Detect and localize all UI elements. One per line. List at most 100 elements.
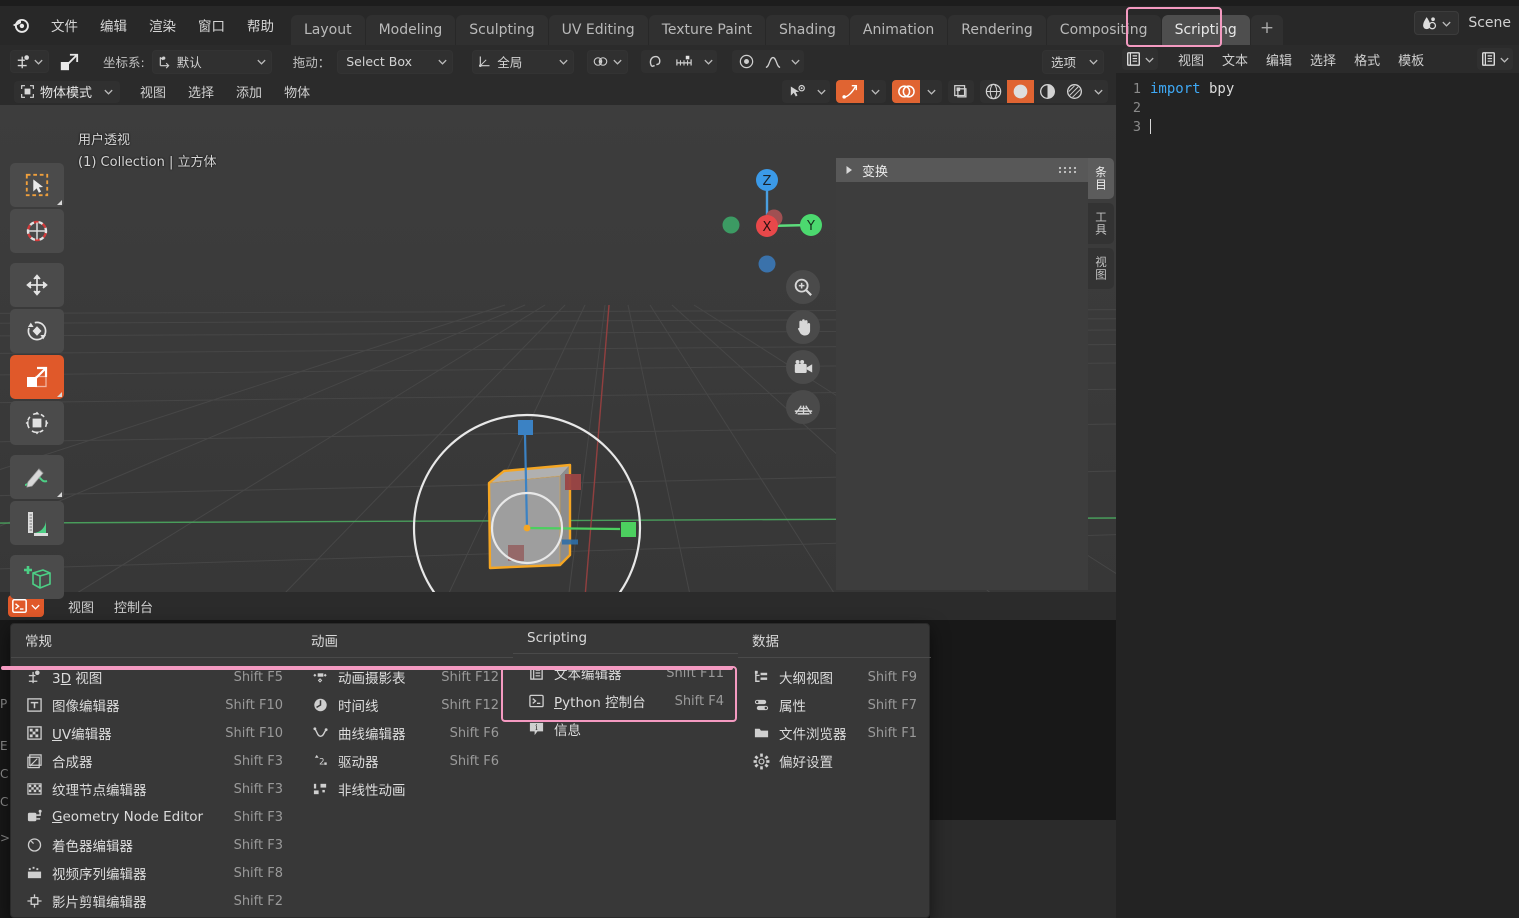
menu-item-texture-node-editor[interactable]: 纹理节点编辑器 Shift F3 xyxy=(11,775,297,803)
annotate-tool[interactable] xyxy=(10,455,64,499)
drag-action-dropdown[interactable]: Select Box xyxy=(337,50,453,74)
shading-material-button[interactable] xyxy=(1034,80,1061,103)
text-editor-type-dropdown[interactable] xyxy=(1122,48,1158,70)
shading-rendered-button[interactable] xyxy=(1061,80,1088,103)
blender-logo-icon[interactable] xyxy=(8,12,34,38)
add-cube-tool[interactable] xyxy=(10,555,64,599)
chevron-down-icon[interactable] xyxy=(786,50,804,73)
viewport-menu-select[interactable]: 选择 xyxy=(180,80,222,103)
menu-item-info[interactable]: i 信息 xyxy=(513,715,738,743)
menu-window[interactable]: 窗口 xyxy=(187,12,236,38)
menu-item-geometry-node-editor[interactable]: Geometry Node Editor Shift F3 xyxy=(11,803,297,831)
scale-tool-icon[interactable] xyxy=(56,50,82,73)
active-tool-button[interactable] xyxy=(10,50,49,73)
zoom-icon[interactable] xyxy=(786,270,820,304)
tab-sculpting[interactable]: Sculpting xyxy=(456,15,547,45)
menu-item-graph-editor[interactable]: 曲线编辑器 Shift F6 xyxy=(297,719,513,747)
transform-orientation-dropdown[interactable]: 全局 xyxy=(472,50,574,74)
menu-item-video-sequencer[interactable]: 视频序列编辑器 Shift F8 xyxy=(11,859,297,887)
chevron-down-icon[interactable] xyxy=(812,80,830,103)
tab-layout[interactable]: Layout xyxy=(291,15,365,45)
menu-item-image-editor[interactable]: 图像编辑器 Shift F10 xyxy=(11,691,297,719)
visibility-dropdown[interactable] xyxy=(782,80,830,103)
console-menu-console[interactable]: 控制台 xyxy=(106,595,161,618)
measure-tool[interactable] xyxy=(10,501,64,545)
tab-shading[interactable]: Shading xyxy=(766,15,849,45)
object-mode-dropdown[interactable]: 物体模式 xyxy=(14,81,120,103)
menu-item-preferences[interactable]: 偏好设置 xyxy=(738,747,931,775)
viewport-menu-object[interactable]: 物体 xyxy=(276,80,318,103)
menu-item-python-console[interactable]: Python 控制台 Shift F4 xyxy=(513,687,738,715)
text-menu-view[interactable]: 视图 xyxy=(1170,48,1212,71)
tab-texture-paint[interactable]: Texture Paint xyxy=(649,15,765,45)
tab-rendering[interactable]: Rendering xyxy=(948,15,1046,45)
menu-edit[interactable]: 编辑 xyxy=(89,12,138,38)
snap-magnet-icon[interactable] xyxy=(641,50,669,73)
menu-item-shader-editor[interactable]: 着色器编辑器 Shift F3 xyxy=(11,831,297,859)
chevron-down-icon[interactable] xyxy=(699,50,717,73)
menu-item-compositor[interactable]: 合成器 Shift F3 xyxy=(11,747,297,775)
tab-modeling[interactable]: Modeling xyxy=(366,15,456,45)
show-gizmo-toggle[interactable] xyxy=(836,80,864,103)
code-area[interactable]: 1 import bpy 2 3 xyxy=(1116,73,1519,918)
eye-cursor-icon[interactable] xyxy=(782,80,812,103)
menu-item-nla-editor[interactable]: 非线性动画 xyxy=(297,775,513,803)
text-datablock-dropdown[interactable] xyxy=(1477,48,1513,70)
shading-wireframe-button[interactable] xyxy=(980,80,1007,103)
text-menu-text[interactable]: 文本 xyxy=(1214,48,1256,71)
viewport-menu-view[interactable]: 视图 xyxy=(132,80,174,103)
text-menu-select[interactable]: 选择 xyxy=(1302,48,1344,71)
menu-item-dope-sheet[interactable]: 动画摄影表 Shift F12 xyxy=(297,663,513,691)
menu-item-3d-view[interactable]: 3D 视图 Shift F5 xyxy=(11,663,297,691)
cursor-tool[interactable] xyxy=(10,209,64,253)
tab-animation[interactable]: Animation xyxy=(850,15,947,45)
navigation-gizmo[interactable]: Z Y X xyxy=(706,163,826,281)
viewport-menu-add[interactable]: 添加 xyxy=(228,80,270,103)
sidebar-tab-tool[interactable]: 工具 xyxy=(1088,203,1114,244)
menu-item-uv-editor[interactable]: UV编辑器 Shift F10 xyxy=(11,719,297,747)
coordinate-system-dropdown[interactable]: 默认 xyxy=(152,50,272,74)
show-overlays-toggle[interactable] xyxy=(892,80,920,103)
transform-panel-header[interactable]: 变换 xyxy=(836,158,1088,182)
menu-item-file-browser[interactable]: 文件浏览器 Shift F1 xyxy=(738,719,931,747)
chevron-down-icon[interactable] xyxy=(1088,80,1108,103)
rotate-tool[interactable] xyxy=(10,309,64,353)
scene-name-field[interactable]: Scene xyxy=(1464,15,1511,31)
add-workspace-button[interactable]: + xyxy=(1251,15,1283,45)
xray-toggle[interactable] xyxy=(948,80,974,103)
menu-help[interactable]: 帮助 xyxy=(236,12,285,38)
snap-pivot-dropdown[interactable] xyxy=(587,50,628,74)
menu-item-drivers[interactable]: 2 驱动器 Shift F6 xyxy=(297,747,513,775)
shading-solid-button[interactable] xyxy=(1007,80,1034,103)
panel-drag-handle[interactable] xyxy=(1058,163,1080,178)
camera-view-icon[interactable] xyxy=(786,350,820,384)
text-menu-format[interactable]: 格式 xyxy=(1346,48,1388,71)
chevron-down-icon[interactable] xyxy=(864,80,886,103)
scale-tool[interactable] xyxy=(10,355,64,399)
toggle-perspective-icon[interactable] xyxy=(786,390,820,424)
chevron-down-icon[interactable] xyxy=(920,80,942,103)
tab-scripting[interactable]: Scripting xyxy=(1162,15,1250,45)
sidebar-tab-view[interactable]: 视图 xyxy=(1088,248,1114,289)
falloff-curve-icon[interactable] xyxy=(760,50,786,73)
tab-uv-editing[interactable]: UV Editing xyxy=(549,15,648,45)
tweak-tool[interactable] xyxy=(10,163,64,207)
pan-hand-icon[interactable] xyxy=(786,310,820,344)
menu-item-outliner[interactable]: 大纲视图 Shift F9 xyxy=(738,663,931,691)
scene-browse-button[interactable] xyxy=(1414,11,1459,35)
options-dropdown[interactable]: 选项 xyxy=(1042,50,1104,74)
menu-item-timeline[interactable]: 时间线 Shift F12 xyxy=(297,691,513,719)
snap-target-icon[interactable] xyxy=(669,50,699,73)
text-menu-edit[interactable]: 编辑 xyxy=(1258,48,1300,71)
menu-render[interactable]: 渲染 xyxy=(138,12,187,38)
move-tool[interactable] xyxy=(10,263,64,307)
proportional-edit-icon[interactable] xyxy=(732,50,760,73)
menu-file[interactable]: 文件 xyxy=(40,12,89,38)
transform-tool[interactable] xyxy=(10,401,64,445)
console-menu-view[interactable]: 视图 xyxy=(60,595,102,618)
menu-item-properties[interactable]: 属性 Shift F7 xyxy=(738,691,931,719)
text-menu-templates[interactable]: 模板 xyxy=(1390,48,1432,71)
menu-item-movie-clip-editor[interactable]: 影片剪辑编辑器 Shift F2 xyxy=(11,887,297,915)
tab-compositing[interactable]: Compositing xyxy=(1047,15,1161,45)
sidebar-tab-item[interactable]: 条目 xyxy=(1088,158,1114,199)
